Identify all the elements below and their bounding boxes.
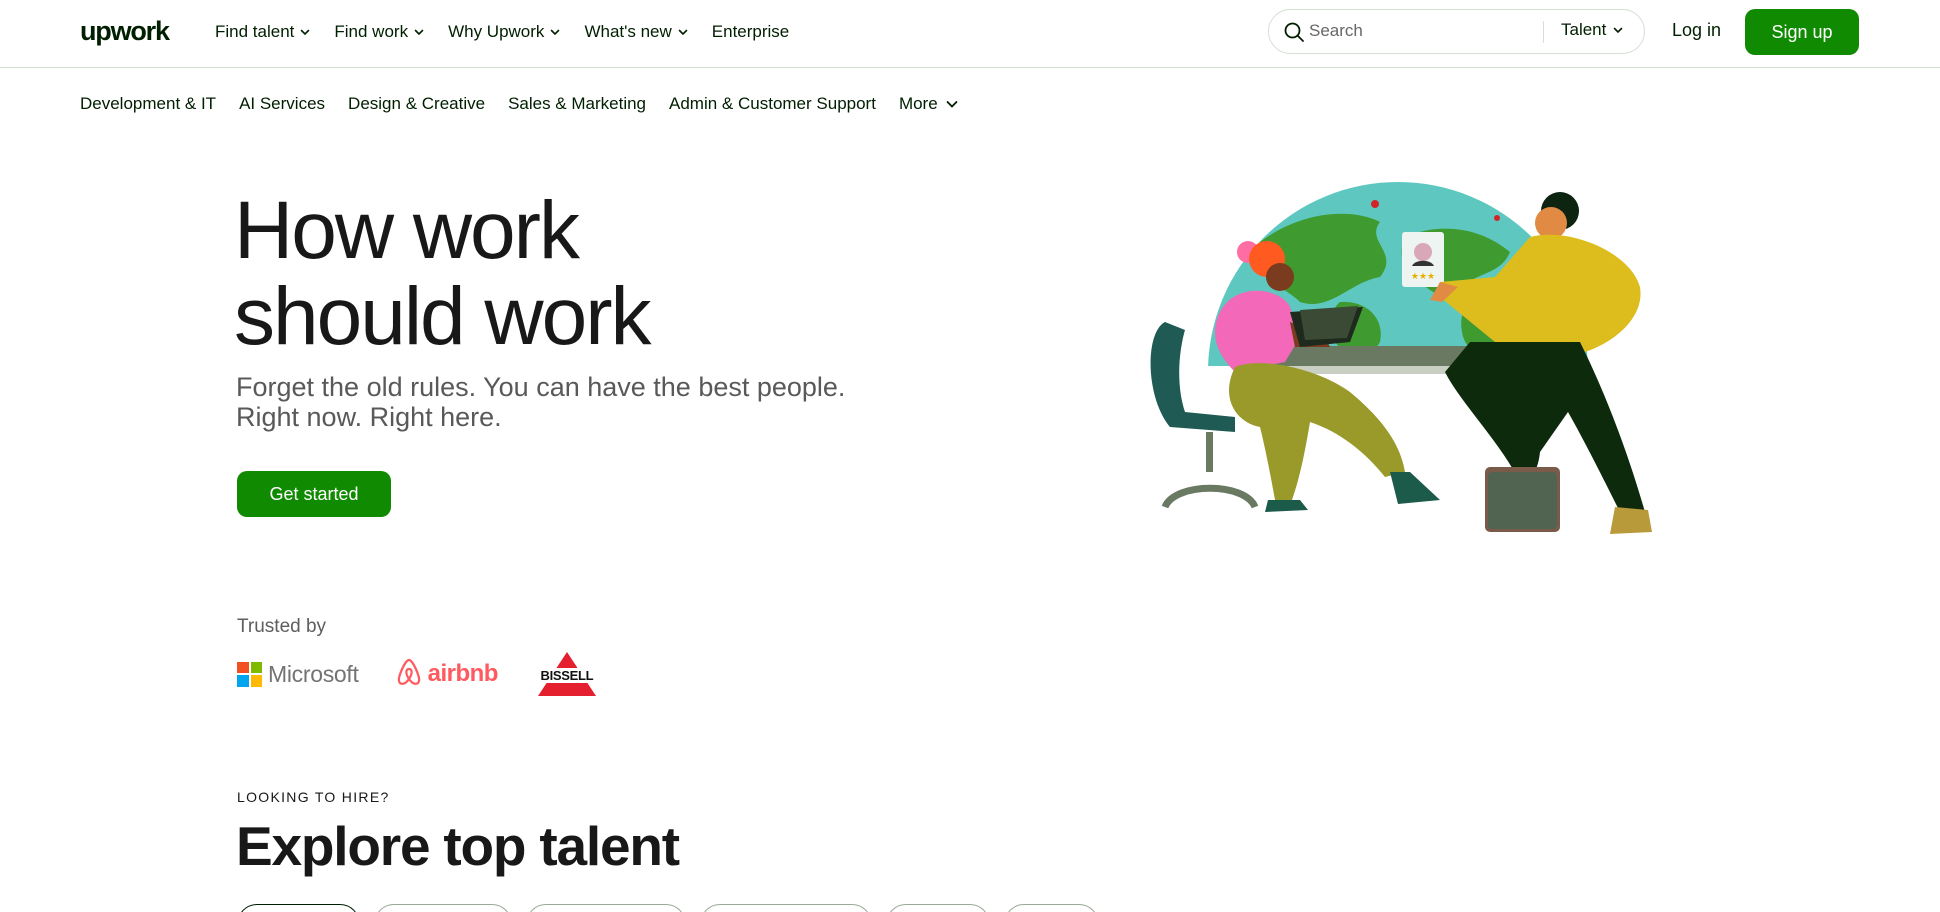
- bissell-logo-text: BISSELL: [533, 668, 600, 683]
- search-input[interactable]: [1309, 18, 1499, 44]
- search-divider: [1543, 21, 1544, 43]
- talent-pill[interactable]: [886, 904, 990, 912]
- chevron-down-icon: [414, 27, 424, 37]
- talent-pill[interactable]: [237, 904, 360, 912]
- category-ai-services[interactable]: AI Services: [239, 94, 325, 114]
- nav-find-talent[interactable]: Find talent: [215, 22, 310, 42]
- category-nav: Development & IT AI Services Design & Cr…: [80, 94, 958, 114]
- microsoft-logo-text: Microsoft: [268, 660, 359, 687]
- nav-find-talent-label: Find talent: [215, 22, 295, 41]
- search-icon[interactable]: [1283, 21, 1305, 43]
- explore-title: Explore top talent: [236, 815, 680, 877]
- hero-title-line-1: How work: [234, 185, 580, 276]
- trusted-logos: Microsoft airbnb BISSELL: [237, 648, 600, 700]
- category-development-it[interactable]: Development & IT: [80, 94, 216, 114]
- nav-find-work[interactable]: Find work: [334, 22, 424, 42]
- chevron-down-icon: [300, 27, 310, 37]
- chevron-down-icon: [550, 27, 560, 37]
- airbnb-logo-text: airbnb: [427, 660, 499, 687]
- nav-why-upwork[interactable]: Why Upwork: [448, 22, 560, 42]
- category-more-label: More: [898, 94, 938, 113]
- talent-pill[interactable]: [700, 904, 872, 912]
- main-nav: Find talent Find work Why Upwork What's …: [215, 0, 789, 64]
- search-scope-label: Talent: [1561, 20, 1607, 39]
- search-bar: Talent: [1268, 9, 1645, 54]
- category-more[interactable]: More: [898, 94, 958, 114]
- talent-pill[interactable]: [526, 904, 686, 912]
- talent-category-pills: [237, 904, 1099, 912]
- hero-title: How work should work: [234, 185, 652, 362]
- chevron-down-icon: [946, 99, 958, 109]
- nav-why-upwork-label: Why Upwork: [448, 22, 545, 41]
- microsoft-grid-icon: [237, 661, 262, 687]
- chevron-down-icon: [678, 27, 688, 37]
- category-sales-marketing[interactable]: Sales & Marketing: [508, 94, 646, 114]
- nav-enterprise[interactable]: Enterprise: [712, 22, 789, 42]
- hero-subtitle: Forget the old rules. You can have the b…: [236, 372, 845, 432]
- upwork-logo[interactable]: upwork: [80, 16, 170, 47]
- search-scope-dropdown[interactable]: Talent: [1561, 20, 1623, 40]
- bissell-logo: BISSELL: [533, 650, 600, 698]
- airbnb-belo-icon: [395, 657, 423, 692]
- nav-whats-new[interactable]: What's new: [584, 22, 688, 42]
- microsoft-logo: Microsoft: [237, 661, 359, 688]
- svg-text:★★★: ★★★: [1411, 272, 1435, 282]
- top-navigation-bar: upwork Find talent Find work Why Upwork …: [0, 0, 1940, 68]
- trusted-by-label: Trusted by: [237, 616, 327, 637]
- get-started-button[interactable]: Get started: [237, 471, 391, 517]
- signup-button[interactable]: Sign up: [1745, 9, 1859, 55]
- talent-pill[interactable]: [374, 904, 512, 912]
- nav-whats-new-label: What's new: [584, 22, 672, 41]
- airbnb-logo: airbnb: [395, 657, 498, 692]
- chevron-down-icon: [1613, 25, 1623, 35]
- hero-title-line-2: should work: [234, 271, 652, 362]
- explore-eyebrow: Looking to hire?: [237, 789, 390, 805]
- nav-find-work-label: Find work: [334, 22, 409, 41]
- category-design-creative[interactable]: Design & Creative: [348, 94, 485, 114]
- nav-enterprise-label: Enterprise: [711, 22, 790, 41]
- hero-subtitle-line-2: Right now. Right here.: [236, 402, 502, 432]
- login-link[interactable]: Log in: [1672, 20, 1721, 41]
- hero-subtitle-line-1: Forget the old rules. You can have the b…: [236, 372, 846, 402]
- talent-pill[interactable]: [1004, 904, 1099, 912]
- category-admin-customer-support[interactable]: Admin & Customer Support: [669, 94, 876, 114]
- hero-illustration: ★★★: [1140, 182, 1660, 537]
